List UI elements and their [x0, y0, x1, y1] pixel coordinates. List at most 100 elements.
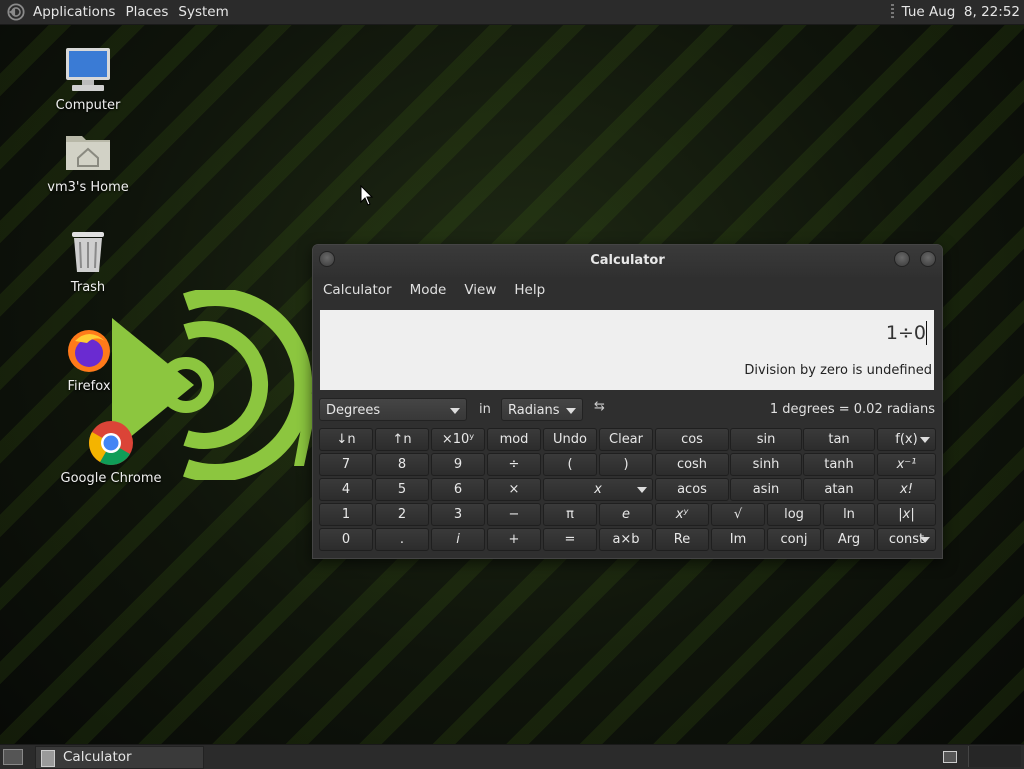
key-label: asin — [752, 482, 780, 497]
key-button[interactable]: Re — [655, 528, 709, 551]
keypad-row: 4 5 6 × x acos asin atan x! — [319, 478, 936, 503]
key-label: cosh — [676, 457, 708, 472]
key-button[interactable]: asin — [730, 478, 802, 501]
key-label: const — [888, 532, 925, 547]
chevron-down-icon — [920, 537, 930, 543]
key-label: ( — [567, 457, 573, 472]
key-button[interactable]: Clear — [599, 428, 653, 451]
key-button[interactable]: ( — [543, 453, 597, 476]
mouse-pointer-icon — [360, 185, 374, 206]
calculator-window[interactable]: Calculator Calculator Mode View Help 1÷0… — [312, 244, 943, 559]
key-button[interactable]: log — [767, 503, 821, 526]
key-button[interactable]: 6 — [431, 478, 485, 501]
key-button[interactable]: = — [543, 528, 597, 551]
key-button[interactable]: const — [877, 528, 936, 551]
key-label: mod — [499, 432, 529, 447]
key-button[interactable]: 5 — [375, 478, 429, 501]
key-button[interactable]: tan — [803, 428, 875, 451]
key-button[interactable]: 7 — [319, 453, 373, 476]
menu-mode[interactable]: Mode — [401, 282, 456, 298]
clock[interactable]: Tue Aug 8, 22:52 — [902, 4, 1024, 20]
key-button[interactable]: x — [543, 478, 653, 501]
key-label: cos — [681, 432, 703, 447]
key-button[interactable]: conj — [767, 528, 821, 551]
key-button[interactable]: 0 — [319, 528, 373, 551]
calculator-menubar: Calculator Mode View Help — [313, 277, 942, 303]
key-label: f(x) — [895, 432, 918, 447]
key-label: 6 — [453, 482, 463, 497]
key-button[interactable]: i — [431, 528, 485, 551]
key-button[interactable]: x! — [877, 478, 936, 501]
system-menu[interactable]: System — [176, 4, 236, 20]
key-button[interactable]: acos — [655, 478, 729, 501]
workspace-1-icon[interactable] — [943, 751, 957, 763]
menu-view[interactable]: View — [455, 282, 505, 298]
workspace-2[interactable] — [968, 746, 1021, 767]
key-button[interactable]: Im — [711, 528, 765, 551]
key-button[interactable]: 4 — [319, 478, 373, 501]
keypad-row: 0. i + = a×b Re Im conj Arg const — [319, 528, 936, 553]
key-label: sin — [756, 432, 776, 447]
key-button[interactable]: sin — [730, 428, 802, 451]
desktop-icon-chrome[interactable]: Google Chrome — [56, 419, 166, 486]
menu-help[interactable]: Help — [505, 282, 554, 298]
key-button[interactable]: mod — [487, 428, 541, 451]
desktop-icon-home[interactable]: vm3's Home — [33, 128, 143, 195]
window-titlebar[interactable]: Calculator — [313, 245, 942, 277]
menu-calculator[interactable]: Calculator — [313, 282, 401, 298]
key-label: Re — [673, 532, 691, 547]
key-button[interactable]: ↑n — [375, 428, 429, 451]
key-button[interactable]: ↓n — [319, 428, 373, 451]
key-button[interactable]: π — [543, 503, 597, 526]
desktop-icon-firefox[interactable]: Firefox — [34, 327, 144, 394]
key-button[interactable]: ×10ʸ — [431, 428, 485, 451]
key-button[interactable]: − — [487, 503, 541, 526]
key-button[interactable]: √ — [711, 503, 765, 526]
close-button[interactable] — [920, 251, 936, 267]
key-button[interactable]: ln — [823, 503, 875, 526]
key-button[interactable]: 8 — [375, 453, 429, 476]
key-button[interactable]: sinh — [730, 453, 802, 476]
swap-units-icon[interactable]: ⇆ — [594, 399, 605, 414]
key-button[interactable]: cos — [655, 428, 729, 451]
key-button[interactable]: 9 — [431, 453, 485, 476]
key-button[interactable]: + — [487, 528, 541, 551]
taskbar-item-calculator[interactable]: Calculator — [35, 746, 204, 769]
desktop-icon-trash[interactable]: Trash — [33, 228, 143, 295]
key-label: e — [622, 507, 630, 522]
key-label: 5 — [397, 482, 407, 497]
key-button[interactable]: |x| — [877, 503, 936, 526]
key-button[interactable]: tanh — [803, 453, 875, 476]
minimize-button[interactable] — [894, 251, 910, 267]
key-label: ) — [623, 457, 629, 472]
show-desktop-icon[interactable] — [3, 749, 23, 765]
key-button[interactable]: a×b — [599, 528, 653, 551]
calculator-display[interactable]: 1÷0 Division by zero is undefined — [320, 310, 934, 390]
key-label: Clear — [609, 432, 643, 447]
applications-menu[interactable]: Applications — [31, 4, 123, 20]
key-button[interactable]: 3 — [431, 503, 485, 526]
key-button[interactable]: atan — [803, 478, 875, 501]
key-button[interactable]: × — [487, 478, 541, 501]
key-button[interactable]: e — [599, 503, 653, 526]
text-caret — [926, 321, 927, 345]
key-button[interactable]: 1 — [319, 503, 373, 526]
key-button[interactable]: Arg — [823, 528, 875, 551]
key-label: ×10ʸ — [441, 432, 475, 447]
key-label: . — [399, 532, 405, 547]
desktop-icon-computer[interactable]: Computer — [33, 46, 143, 113]
places-menu[interactable]: Places — [123, 4, 176, 20]
key-button[interactable]: cosh — [655, 453, 729, 476]
key-button[interactable]: ÷ — [487, 453, 541, 476]
key-button[interactable]: ) — [599, 453, 653, 476]
from-unit-select[interactable]: Degrees — [319, 398, 467, 421]
key-button[interactable]: Undo — [543, 428, 597, 451]
key-button[interactable]: xʸ — [655, 503, 709, 526]
key-button[interactable]: x⁻¹ — [877, 453, 936, 476]
to-unit-select[interactable]: Radians — [501, 398, 583, 421]
key-label: 3 — [453, 507, 463, 522]
key-button[interactable]: f(x) — [877, 428, 936, 451]
mate-menu-logo-icon[interactable] — [7, 3, 25, 21]
key-button[interactable]: 2 — [375, 503, 429, 526]
key-button[interactable]: . — [375, 528, 429, 551]
